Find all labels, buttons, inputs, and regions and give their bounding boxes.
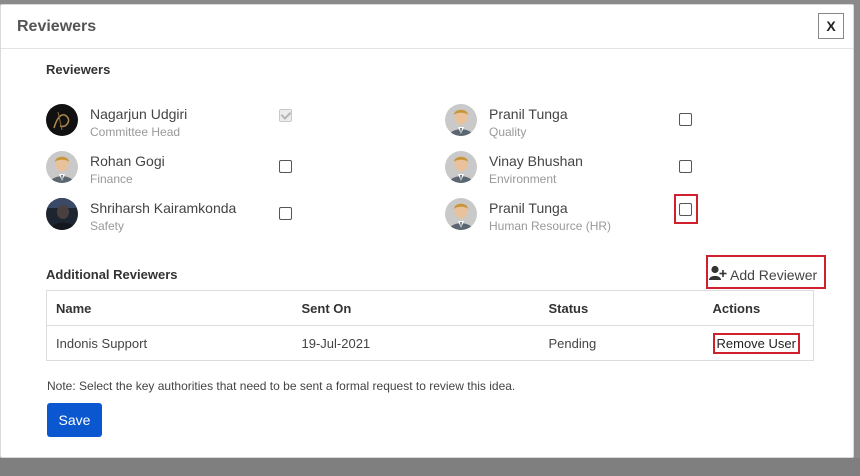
reviewer-checkbox[interactable] [279, 207, 292, 220]
table-header-row: Name Sent On Status Actions [46, 290, 814, 326]
column-header: Sent On [292, 290, 540, 326]
actions-cell: Remove User [704, 326, 814, 361]
reviewer-checkbox[interactable] [279, 160, 292, 173]
reviewer-name: Vinay Bhushan [489, 153, 583, 169]
avatar [46, 198, 78, 230]
reviewer-name: Nagarjun Udgiri [90, 106, 188, 122]
modal-header: Reviewers X [1, 5, 853, 49]
reviewer-name-cell: Indonis Support [56, 335, 148, 351]
reviewer-role: Quality [489, 125, 527, 139]
reviewers-modal: Reviewers X Reviewers Nagarjun Udgiri Co… [0, 4, 854, 458]
avatar [445, 104, 477, 136]
highlight-box [674, 194, 698, 224]
reviewer-role: Committee Head [90, 125, 181, 139]
avatar [445, 151, 477, 183]
column-header: Actions [703, 290, 814, 326]
avatar [46, 151, 78, 183]
remove-user-button[interactable]: Remove User [712, 332, 800, 354]
modal-title: Reviewers [17, 18, 97, 35]
reviewer-item: Nagarjun Udgiri Committee Head [46, 103, 346, 145]
reviewer-name: Pranil Tunga [489, 200, 568, 216]
reviewer-item: Rohan Gogi Finance [46, 150, 346, 192]
reviewer-item: Vinay Bhushan Environment [445, 150, 745, 192]
reviewer-role: Environment [489, 172, 557, 186]
reviewer-item: Pranil Tunga Human Resource (HR) [445, 197, 745, 239]
highlight-box [706, 255, 826, 289]
reviewer-role: Safety [90, 219, 125, 233]
column-header: Name [46, 290, 293, 326]
note-text: Note: Select the key authorities that ne… [47, 379, 516, 393]
reviewer-name: Pranil Tunga [489, 106, 568, 122]
reviewer-item: Pranil Tunga Quality [445, 103, 745, 145]
sent-on-cell: 19-Jul-2021 [301, 335, 371, 351]
table-row: Indonis Support 19-Jul-2021 Pending Remo… [47, 326, 814, 361]
reviewer-item: Shriharsh Kairamkonda Safety [46, 197, 346, 239]
avatar [445, 198, 477, 230]
reviewer-checkbox[interactable] [679, 113, 692, 126]
page-backdrop [0, 458, 860, 476]
reviewer-name: Rohan Gogi [90, 153, 165, 169]
status-cell: Pending [548, 335, 597, 351]
save-button[interactable]: Save [47, 403, 102, 437]
avatar [46, 104, 78, 136]
reviewer-checkbox[interactable] [279, 109, 292, 122]
reviewer-role: Human Resource (HR) [489, 219, 612, 233]
close-button[interactable]: X [818, 13, 844, 39]
column-header: Status [539, 290, 704, 326]
additional-reviewers-title: Additional Reviewers [46, 267, 178, 282]
reviewer-name: Shriharsh Kairamkonda [90, 200, 237, 216]
reviewer-role: Finance [90, 172, 133, 186]
reviewer-checkbox[interactable] [679, 160, 692, 173]
reviewers-section-title: Reviewers [46, 62, 111, 77]
additional-reviewers-table: Name Sent On Status Actions Indonis Supp… [46, 290, 814, 361]
